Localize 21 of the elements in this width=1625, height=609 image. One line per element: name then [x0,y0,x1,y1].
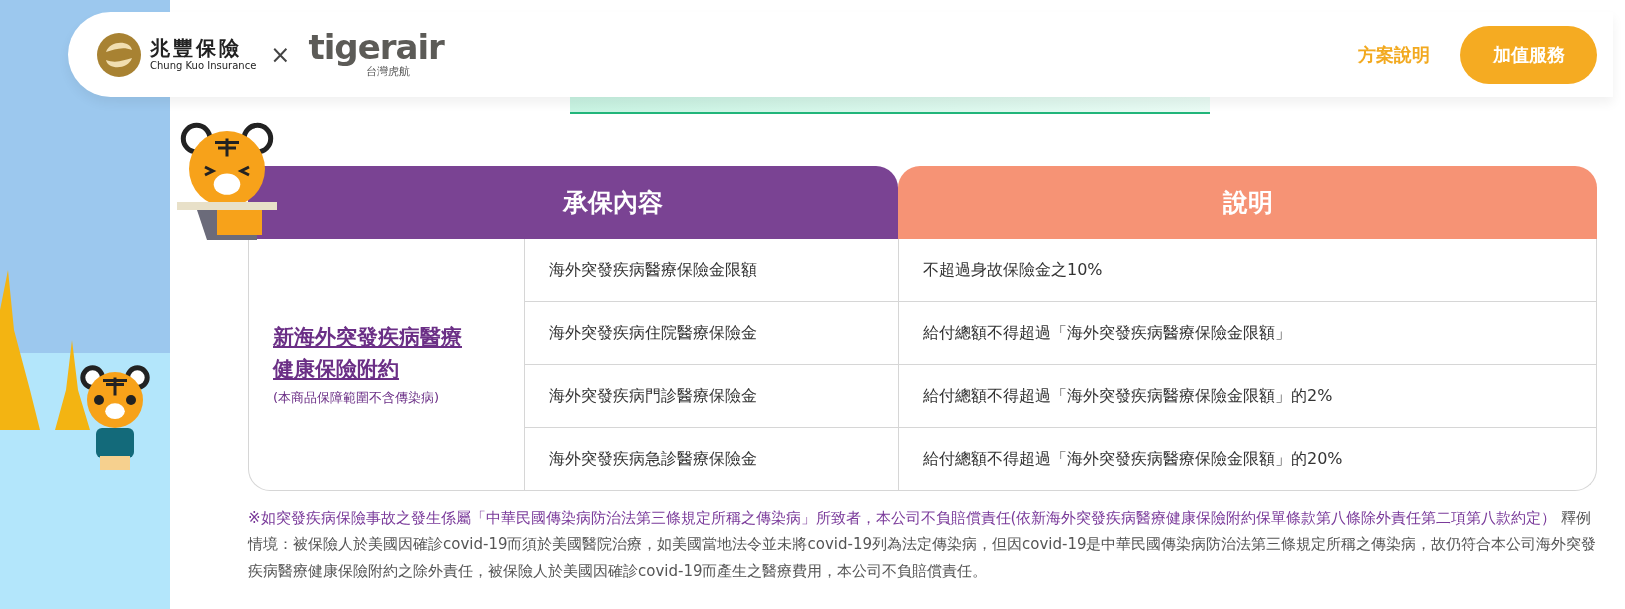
plan-note: (本商品保障範圍不含傳染病) [273,389,441,407]
nav-button[interactable]: 加值服務 [1460,25,1597,84]
plan-link[interactable]: 新海外突發疾病醫療健康保險附約 [273,322,469,385]
table-cell: 海外突發疾病門診醫療保險金 [525,365,899,428]
brand-subtitle: Chung Kuo Insurance [150,59,257,72]
column-header: 承保內容 [248,166,898,239]
column-header: 說明 [898,166,1597,239]
nav-link[interactable]: 方案說明 [1358,42,1430,67]
separator-text: × [270,40,291,69]
table-cell: 不超過身故保險金之10% [899,239,1596,302]
brand-logo-icon [96,31,142,78]
table-cell-text: 給付總額不得超過「海外突發疾病醫療保險金限額」的20% [922,447,1344,470]
partner-logo-text: tigerair [308,30,444,64]
brand-name: 兆豐保險 [150,37,243,59]
table-cell: 海外突發疾病急診醫療保險金 [525,428,899,490]
table-cell: 給付總額不得超過「海外突發疾病醫療保險金限額」 [899,302,1596,365]
partner-subtitle: 台灣虎航 [366,65,411,79]
table-cell: 海外突發疾病醫療保險金限額 [525,239,899,302]
footnote-text: ※如突發疾病保險事故之發生係屬「中華民國傳染病防治法第三條規定所稱之傳染病」所致者，本公司不負賠償責任(依新海外突發疾病醫療健康保險附約保單條款第八條除外責任第二項第八款約定） 釋例情境：被保險人於美國因確診covid-19而須於美國醫院治療，如美國當地法令並未將covid-19列為法定傳染病，但因covid-19是中華民國傳染病防治法第三條規定所稱之傳染病，故仍符合本公司海外突發疾病醫療健康保險附約之除外責任，被保險人於美國因確診covid-19而產生之醫療費用，本公司不負賠償責任。 [248,508,1597,582]
table-cell: 海外突發疾病住院醫療保險金 [525,302,899,365]
table-cell: 給付總額不得超過「海外突發疾病醫療保險金限額」的2% [899,365,1596,428]
